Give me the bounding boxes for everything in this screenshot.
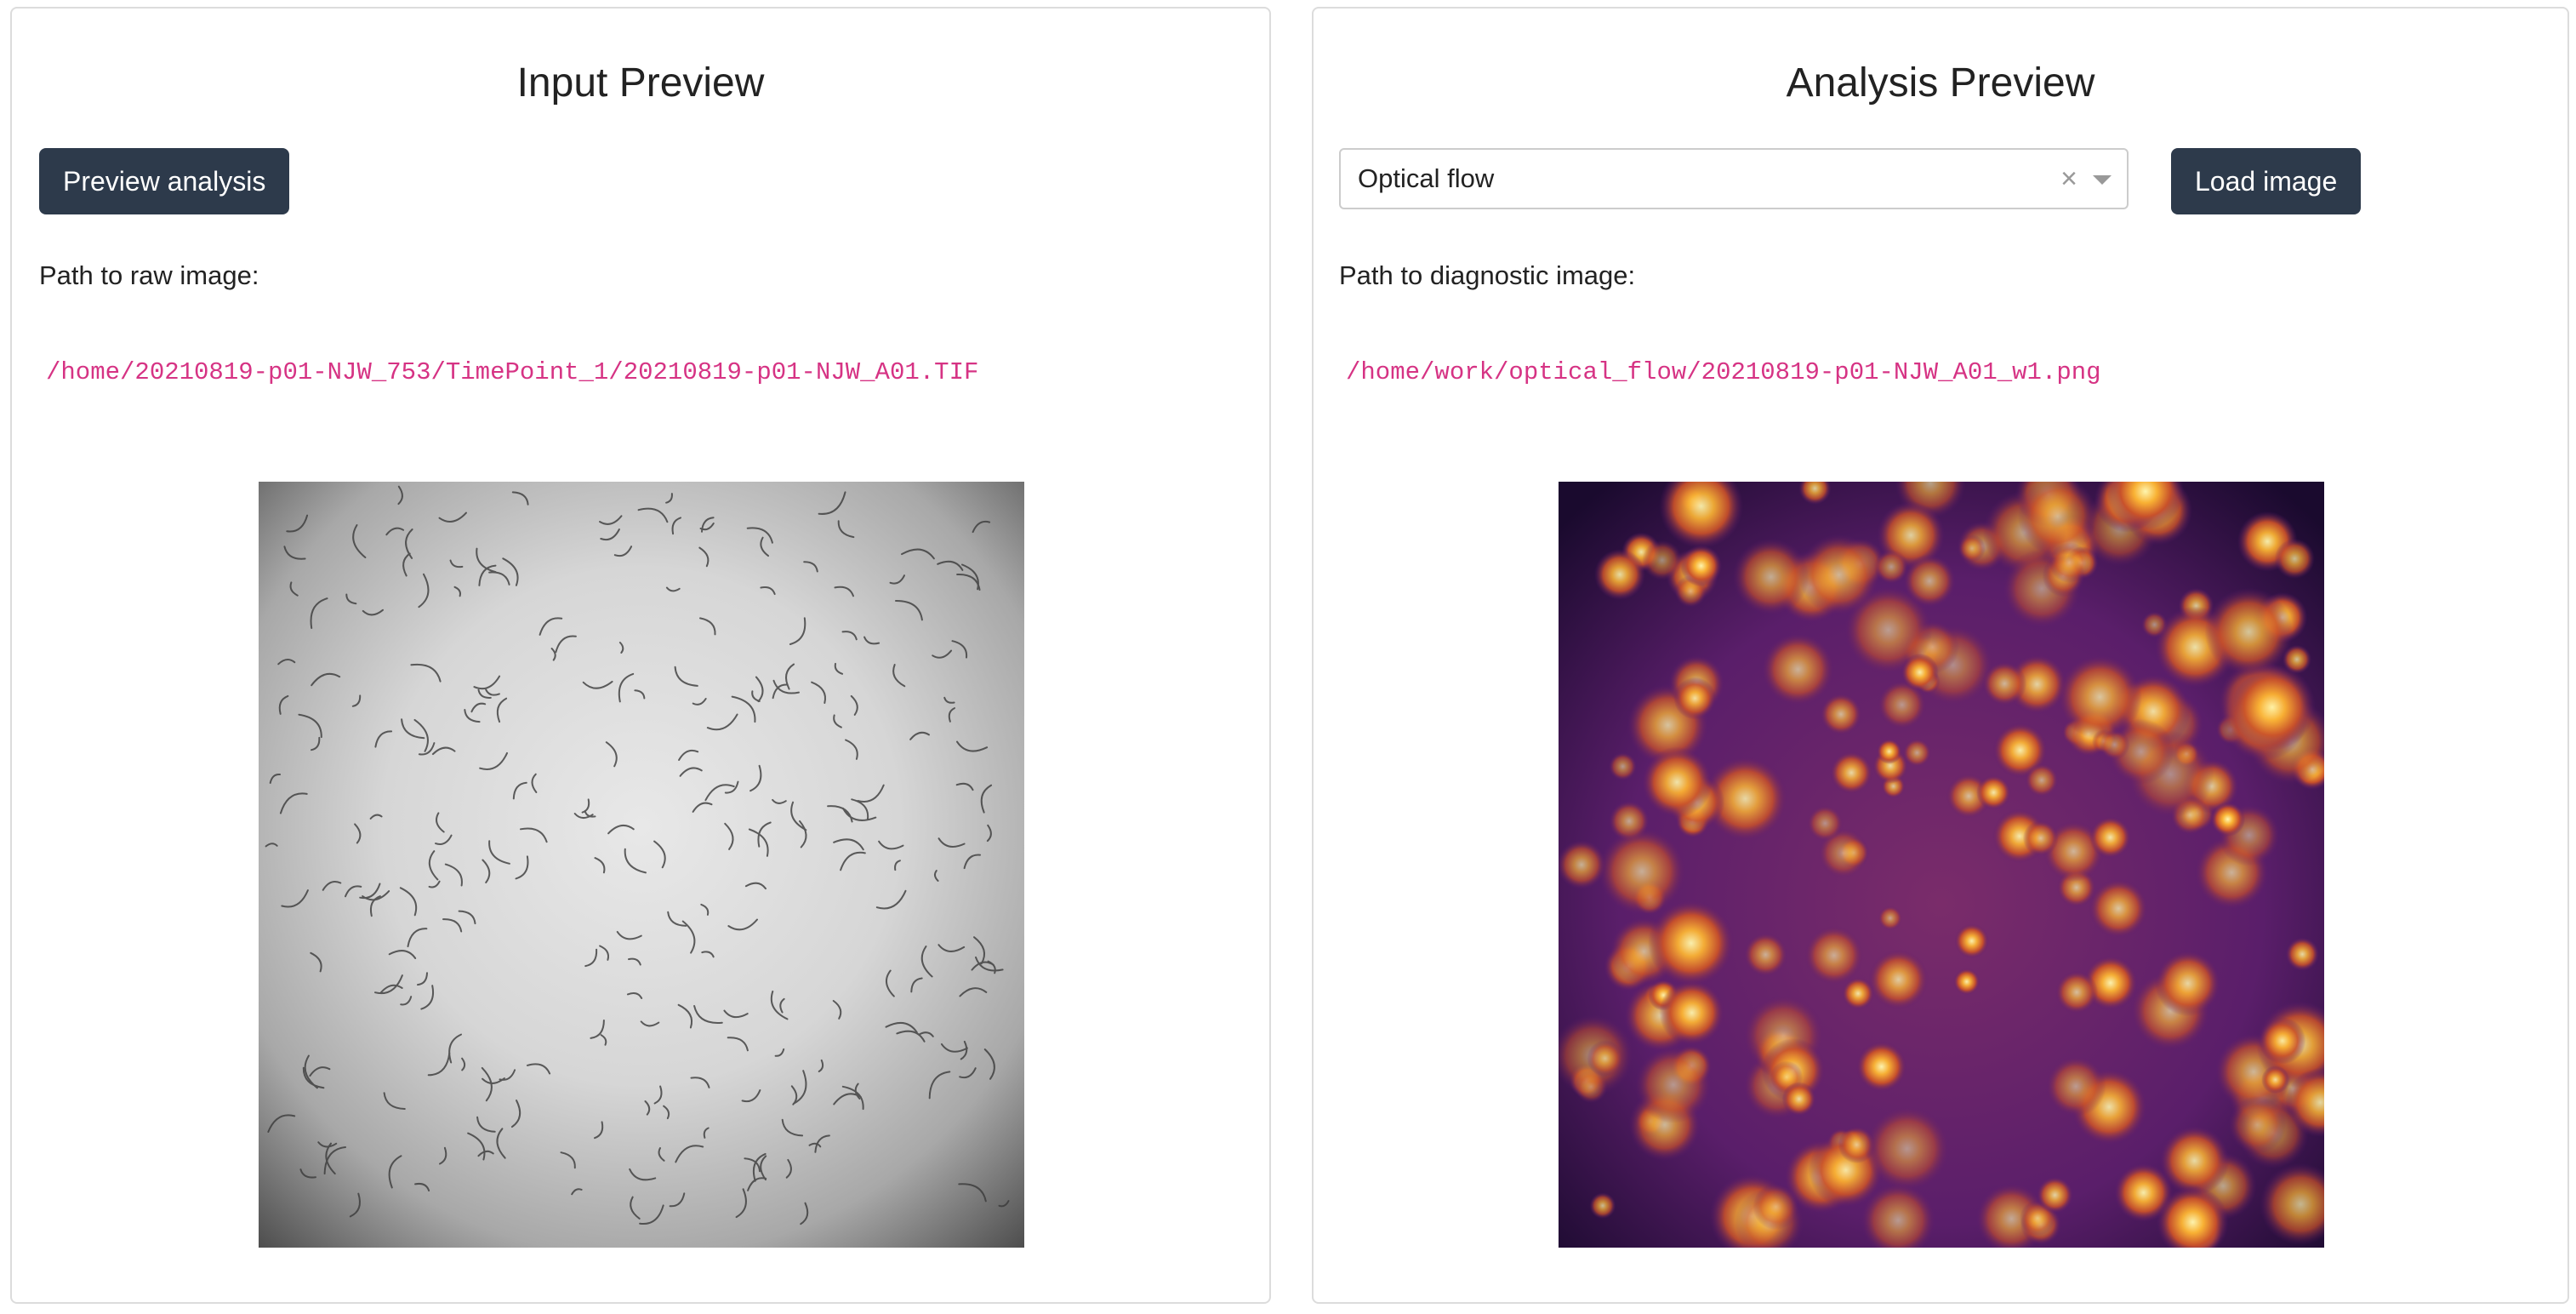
diagnostic-image	[1559, 482, 2324, 1248]
flow-blob	[1608, 752, 1638, 781]
flow-blob	[2022, 820, 2059, 856]
input-preview-card: Input Preview Preview analysis Path to r…	[10, 7, 1271, 1304]
analysis-preview-card: Analysis Preview Optical flow × Load ima…	[1312, 7, 2569, 1304]
analysis-preview-title: Analysis Preview	[1786, 60, 2095, 106]
flow-blob	[2057, 654, 2142, 740]
flow-blob	[1878, 906, 1903, 931]
flow-blob	[2285, 937, 2319, 971]
flow-blob	[1901, 653, 1939, 692]
flow-blob	[2204, 587, 2294, 677]
flow-blob	[2025, 763, 2059, 797]
clear-icon[interactable]: ×	[2060, 150, 2077, 208]
flow-blob	[1673, 677, 1717, 720]
flow-blob	[1659, 980, 1725, 1046]
flow-blob	[1842, 977, 1874, 1010]
preview-analysis-button[interactable]: Preview analysis	[39, 148, 290, 214]
flow-blob	[1752, 1183, 1799, 1231]
flow-blob	[1634, 1046, 1713, 1123]
load-image-button[interactable]: Load image	[2171, 148, 2362, 214]
flow-blob	[1876, 739, 1902, 764]
flow-blob	[2210, 802, 2246, 837]
flow-blob	[1732, 538, 1809, 615]
diagnostic-image-graphic	[1559, 482, 2324, 1248]
flow-blob	[1864, 1105, 1950, 1191]
flow-blob	[2055, 970, 2099, 1014]
flow-blob	[1594, 549, 1645, 601]
flow-blob	[1559, 840, 1606, 890]
flow-blob	[1982, 661, 2027, 706]
flow-blob	[1954, 923, 1990, 959]
flow-blob	[2229, 664, 2316, 751]
raw-image-path: /home/20210819-p01-NJW_753/TimePoint_1/2…	[46, 358, 979, 386]
flow-blob	[1761, 632, 1835, 706]
flow-blob	[2089, 878, 2148, 939]
raw-image-graphic	[259, 482, 1024, 1248]
analysis-type-select[interactable]: Optical flow ×	[1339, 148, 2129, 209]
flow-blob	[2259, 1017, 2306, 1065]
flow-blob	[1820, 693, 1862, 735]
flow-blob	[1830, 751, 1873, 795]
flow-blob	[1798, 534, 1880, 616]
flow-blob	[1855, 1041, 1907, 1093]
flow-blob	[1976, 774, 2011, 810]
chevron-down-icon[interactable]	[2093, 175, 2112, 185]
flow-blob	[1589, 1192, 1616, 1220]
flow-blob	[1868, 949, 1929, 1010]
analysis-type-value: Optical flow	[1358, 163, 1495, 193]
flow-blob	[1598, 827, 1686, 916]
flow-blob	[1903, 554, 1957, 608]
raw-image-path-label: Path to raw image:	[39, 260, 259, 290]
flow-blob	[1641, 746, 1713, 818]
flow-blob	[2089, 816, 2132, 859]
flow-blob	[1781, 1082, 1816, 1117]
flow-blob	[1958, 534, 1986, 563]
flow-blob	[2159, 1125, 2230, 1196]
flow-blob	[1642, 540, 1683, 580]
flow-blob	[1807, 805, 1844, 842]
diagnostic-image-path: /home/work/optical_flow/20210819-p01-NJW…	[1346, 358, 2101, 386]
flow-blob	[2037, 1176, 2073, 1214]
flow-blob	[2261, 1065, 2290, 1094]
flow-blob	[1953, 968, 1980, 996]
flow-blob	[2228, 1095, 2287, 1154]
input-preview-title: Input Preview	[516, 60, 765, 106]
flow-blob	[1743, 933, 1788, 977]
flow-blob	[2045, 1056, 2106, 1117]
flow-blob	[1648, 900, 1735, 986]
diagnostic-image-path-label: Path to diagnostic image:	[1339, 260, 1636, 290]
flow-blob	[1680, 545, 1722, 587]
flow-blob	[2154, 950, 2221, 1017]
raw-image	[259, 482, 1024, 1248]
flow-blob	[1587, 1040, 1624, 1077]
flow-blob	[2274, 538, 2315, 580]
flow-blob	[1804, 925, 1864, 986]
